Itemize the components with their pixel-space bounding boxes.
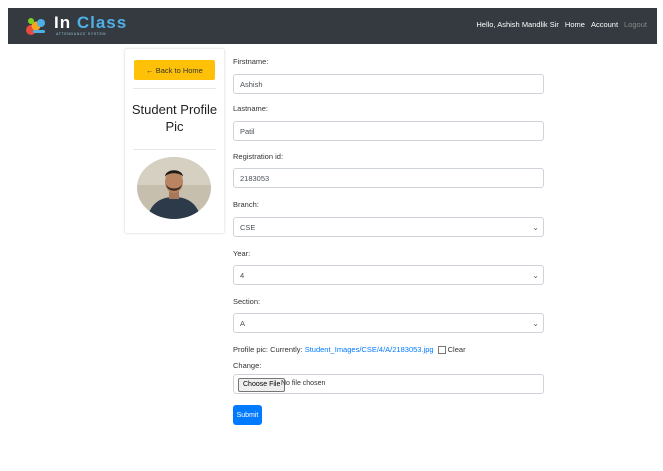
nav-links: Hello, Ashish Mandlik Sir Home Account L… — [476, 20, 647, 29]
nav-account-link[interactable]: Account — [591, 20, 618, 29]
change-label: Change: — [233, 361, 262, 370]
card-divider — [133, 149, 216, 150]
clear-label: Clear — [447, 345, 466, 354]
nav-home-link[interactable]: Home — [565, 20, 585, 29]
chevron-down-icon: ⌄ — [532, 319, 539, 328]
section-select-value: A — [240, 318, 246, 328]
lastname-input[interactable]: Patil — [233, 121, 544, 141]
submit-button[interactable]: Submit — [233, 405, 262, 425]
brand-subtitle: ATTENDANCE SYSTEM — [56, 32, 107, 36]
back-to-home-button[interactable]: ← Back to Home — [134, 60, 215, 80]
card-title: Student Profile Pic — [131, 102, 218, 134]
branch-label: Branch: — [233, 200, 259, 209]
profile-pic-label: Profile pic: Currently: — [233, 345, 305, 354]
firstname-label: Firstname: — [233, 57, 269, 66]
chevron-down-icon: ⌄ — [532, 271, 539, 280]
firstname-input[interactable]: Ashish — [233, 74, 544, 94]
section-select[interactable]: A ⌄ — [233, 313, 544, 333]
student-avatar — [137, 157, 211, 219]
lastname-label: Lastname: — [233, 104, 269, 113]
year-label: Year: — [233, 249, 251, 258]
brand-title: In Class — [54, 13, 128, 32]
nav-logout-link[interactable]: Logout — [624, 20, 647, 29]
chevron-down-icon: ⌄ — [532, 223, 539, 232]
regid-input[interactable]: 2183053 — [233, 168, 544, 188]
no-file-text: No file chosen — [281, 380, 326, 387]
profile-pic-link[interactable]: Student_Images/CSE/4/A/2183053.jpg — [305, 345, 434, 354]
navbar: In Class ATTENDANCE SYSTEM Hello, Ashish… — [8, 8, 657, 44]
choose-file-button[interactable]: Choose File — [238, 378, 286, 392]
user-greeting: Hello, Ashish Mandlik Sir — [476, 20, 559, 29]
profile-card: ← Back to Home Student Profile Pic — [124, 48, 225, 234]
year-select-value: 4 — [240, 270, 245, 280]
branch-select-value: CSE — [240, 222, 256, 232]
card-divider — [133, 88, 216, 89]
file-input: Choose File No file chosen — [233, 374, 544, 394]
branch-select[interactable]: CSE ⌄ — [233, 217, 544, 237]
year-select[interactable]: 4 ⌄ — [233, 265, 544, 285]
clear-checkbox[interactable] — [437, 345, 446, 354]
regid-label: Registration id: — [233, 152, 284, 161]
brand-logo-icon — [22, 15, 50, 42]
section-label: Section: — [233, 297, 261, 306]
profile-pic-line: Profile pic: Currently: Student_Images/C… — [233, 345, 466, 355]
